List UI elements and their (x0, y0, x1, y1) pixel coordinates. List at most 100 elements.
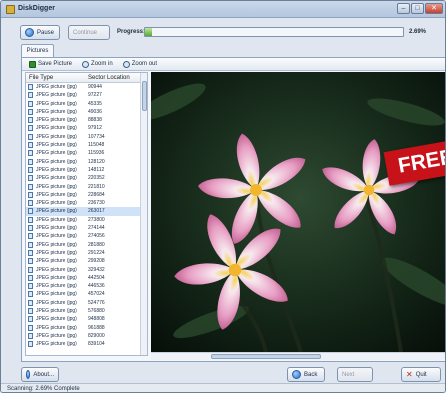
jpeg-file-icon (28, 308, 33, 315)
jpeg-file-icon (28, 341, 33, 348)
jpeg-file-icon (28, 274, 33, 281)
row-sector-location: 576880 (88, 308, 105, 315)
zoom-in-button[interactable]: Zoom in (79, 59, 116, 70)
table-row[interactable]: JPEG picture (jpg) 839104 (26, 340, 142, 348)
quit-button[interactable]: ✕ Quit (401, 367, 441, 382)
progress-label: Progress: (117, 29, 146, 35)
table-row[interactable]: JPEG picture (jpg) 90944 (26, 83, 142, 91)
jpeg-file-icon (28, 84, 33, 90)
table-row[interactable]: JPEG picture (jpg) 291224 (26, 249, 142, 257)
row-sector-location: 221810 (88, 183, 105, 190)
list-scroll-thumb[interactable] (142, 81, 147, 111)
row-file-type: JPEG picture (jpg) (36, 108, 77, 115)
row-file-type: JPEG picture (jpg) (36, 233, 77, 240)
table-row[interactable]: JPEG picture (jpg) 45335 (26, 100, 142, 108)
row-file-type: JPEG picture (jpg) (36, 166, 77, 173)
row-sector-location: 97227 (88, 92, 102, 99)
row-sector-location: 839104 (88, 341, 105, 348)
table-row[interactable]: JPEG picture (jpg) 97912 (26, 124, 142, 132)
table-row[interactable]: JPEG picture (jpg) 236730 (26, 199, 142, 207)
window-title: DiskDigger (18, 5, 55, 12)
row-file-type: JPEG picture (jpg) (36, 316, 77, 323)
table-row[interactable]: JPEG picture (jpg) 228684 (26, 191, 142, 199)
row-file-type: JPEG picture (jpg) (36, 324, 77, 331)
row-file-type: JPEG picture (jpg) (36, 274, 77, 281)
zoom-out-button[interactable]: Zoom out (120, 59, 160, 70)
pause-button[interactable]: Pause (20, 25, 60, 40)
app-icon (6, 5, 15, 14)
list-vertical-scrollbar[interactable] (140, 73, 147, 355)
preview-horizontal-scrollbar[interactable] (151, 352, 445, 360)
table-row[interactable]: JPEG picture (jpg) 457024 (26, 290, 142, 298)
zoom-out-label: Zoom out (131, 61, 158, 67)
diskdigger-window: DiskDigger – □ ✕ Pause Continue Progress… (0, 0, 446, 393)
recovered-files-list[interactable]: File Type Sector Location JPEG picture (… (25, 72, 148, 356)
table-row[interactable]: JPEG picture (jpg) 281880 (26, 241, 142, 249)
row-sector-location: 457024 (88, 291, 105, 298)
continue-label: Continue (73, 29, 98, 36)
table-row[interactable]: JPEG picture (jpg) 446536 (26, 282, 142, 290)
table-row[interactable]: JPEG picture (jpg) 576880 (26, 307, 142, 315)
row-sector-location: 236730 (88, 200, 105, 207)
row-sector-location: 45335 (88, 100, 102, 107)
row-sector-location: 88838 (88, 117, 102, 124)
quit-x-icon: ✕ (406, 369, 413, 379)
pause-label: Pause (37, 29, 55, 36)
about-label: About... (33, 371, 54, 378)
row-sector-location: 948808 (88, 316, 105, 323)
jpeg-file-icon (28, 175, 33, 182)
table-row[interactable]: JPEG picture (jpg) 961888 (26, 324, 142, 332)
table-row[interactable]: JPEG picture (jpg) 829000 (26, 332, 142, 340)
table-row[interactable]: JPEG picture (jpg) 107734 (26, 133, 142, 141)
table-row[interactable]: JPEG picture (jpg) 274056 (26, 232, 142, 240)
maximize-button[interactable]: □ (411, 3, 424, 14)
table-row[interactable]: JPEG picture (jpg) 299208 (26, 257, 142, 265)
jpeg-file-icon (28, 92, 33, 99)
tab-pictures[interactable]: Pictures (21, 44, 54, 57)
table-row[interactable]: JPEG picture (jpg) 115936 (26, 149, 142, 157)
preview-scroll-thumb[interactable] (211, 354, 321, 359)
table-row[interactable]: JPEG picture (jpg) 948808 (26, 315, 142, 323)
back-button[interactable]: Back (287, 367, 325, 382)
table-row[interactable]: JPEG picture (jpg) 442504 (26, 274, 142, 282)
save-picture-button[interactable]: Save Picture (26, 59, 75, 70)
next-label: Next (342, 371, 355, 378)
jpeg-file-icon (28, 258, 33, 265)
row-sector-location: 128120 (88, 158, 105, 165)
jpeg-file-icon (28, 133, 33, 140)
row-sector-location: 524776 (88, 299, 105, 306)
continue-button[interactable]: Continue (68, 25, 110, 40)
close-button[interactable]: ✕ (425, 3, 443, 14)
row-file-type: JPEG picture (jpg) (36, 125, 77, 132)
row-file-type: JPEG picture (jpg) (36, 283, 77, 290)
table-row[interactable]: JPEG picture (jpg) 524776 (26, 299, 142, 307)
table-row[interactable]: JPEG picture (jpg) 220352 (26, 174, 142, 182)
zoom-out-icon (122, 60, 130, 68)
table-row[interactable]: JPEG picture (jpg) 115048 (26, 141, 142, 149)
column-sector-location[interactable]: Sector Location (88, 75, 130, 81)
progress-fill (145, 28, 152, 36)
pictures-panel: Save Picture Zoom in Zoom out File Type … (21, 57, 445, 362)
save-picture-label: Save Picture (38, 61, 73, 67)
table-row[interactable]: JPEG picture (jpg) 148112 (26, 166, 142, 174)
title-bar[interactable]: DiskDigger – □ ✕ (1, 1, 445, 18)
table-row[interactable]: JPEG picture (jpg) 273800 (26, 216, 142, 224)
table-row[interactable]: JPEG picture (jpg) 221810 (26, 183, 142, 191)
row-file-type: JPEG picture (jpg) (36, 216, 77, 223)
table-row[interactable]: JPEG picture (jpg) 97227 (26, 91, 142, 99)
about-button[interactable]: About... (21, 367, 59, 382)
back-label: Back (304, 371, 318, 378)
column-file-type[interactable]: File Type (29, 75, 53, 81)
next-button[interactable]: Next (337, 367, 373, 382)
table-row[interactable]: JPEG picture (jpg) 274144 (26, 224, 142, 232)
table-row[interactable]: JPEG picture (jpg) 263017 (26, 207, 142, 216)
table-row[interactable]: JPEG picture (jpg) 49036 (26, 108, 142, 116)
minimize-button[interactable]: – (397, 3, 410, 14)
table-row[interactable]: JPEG picture (jpg) 329432 (26, 266, 142, 274)
table-row[interactable]: JPEG picture (jpg) 88838 (26, 116, 142, 124)
row-sector-location: 115936 (88, 150, 105, 157)
table-row[interactable]: JPEG picture (jpg) 128120 (26, 158, 142, 166)
jpeg-file-icon (28, 299, 33, 306)
status-bar: Scanning: 2.69% Complete (1, 383, 445, 392)
row-file-type: JPEG picture (jpg) (36, 150, 77, 157)
